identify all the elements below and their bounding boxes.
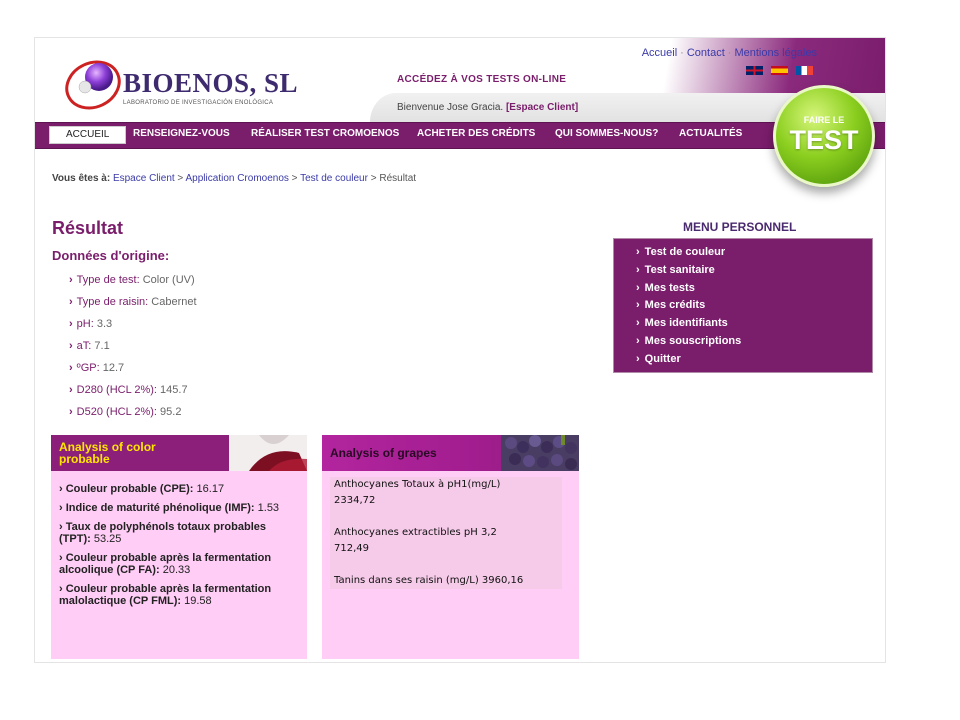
menu-item-mes-souscriptions[interactable]: › Mes souscriptions	[636, 335, 872, 353]
list-item: › Taux de polyphénols totaux probables (…	[59, 521, 267, 545]
chevron-right-icon: ›	[69, 340, 73, 352]
welcome-text: Bienvenue Jose Gracia.	[397, 102, 504, 113]
list-item: › Type de raisin: Cabernet	[69, 296, 197, 308]
chevron-right-icon: ›	[69, 406, 73, 418]
page-title: Résultat	[52, 218, 124, 238]
personal-menu-title: MENU PERSONNEL	[683, 220, 797, 234]
chevron-right-icon: ›	[636, 281, 640, 294]
grapes-analysis-header: Analysis of grapes	[322, 435, 579, 471]
nav-actualites[interactable]: ACTUALITÉS	[679, 128, 742, 139]
wine-glass-icon	[229, 435, 307, 471]
color-analysis-list: › Couleur probable (CPE): 16.17 › Indice…	[59, 483, 299, 614]
access-tests-label: ACCÉDEZ À VOS TESTS ON-LINE	[397, 74, 567, 85]
list-item: › Couleur probable après la fermentation…	[59, 583, 272, 607]
tanins-line: Tanins dans ses raisin (mg/L) 3960,16	[334, 575, 524, 586]
nav-acheter-credits[interactable]: ACHETER DES CRÉDITS	[417, 128, 535, 139]
breadcrumb-espace-client[interactable]: Espace Client	[113, 173, 175, 184]
grapes-icon	[501, 435, 579, 471]
language-flags	[746, 66, 821, 84]
list-item: › Couleur probable (CPE): 16.17	[59, 483, 225, 495]
nav-realiser-test[interactable]: RÉALISER TEST CROMOENOS	[251, 128, 399, 139]
color-analysis-header: Analysis of color probable	[51, 435, 307, 471]
top-links: Accueil · Contact · Mentions légales	[641, 47, 817, 59]
chevron-right-icon: ›	[636, 352, 640, 365]
breadcrumb-label: Vous êtes à:	[52, 173, 111, 184]
breadcrumb-application[interactable]: Application Cromoenos	[186, 173, 289, 184]
anthocyanes-totaux-value: 2334,72	[334, 495, 376, 506]
main-nav: ACCUEIL RENSEIGNEZ-VOUS RÉALISER TEST CR…	[35, 122, 885, 149]
chevron-right-icon: ›	[69, 362, 73, 374]
chevron-right-icon: ›	[69, 384, 73, 396]
menu-item-test-couleur[interactable]: › Test de couleur	[636, 246, 872, 264]
es-flag-icon[interactable]	[771, 66, 788, 75]
uk-flag-icon[interactable]	[746, 66, 763, 75]
breadcrumb-test-couleur[interactable]: Test de couleur	[300, 173, 368, 184]
color-analysis-title: Analysis of color probable	[59, 440, 156, 466]
brand-tagline: LABORATORIO DE INVESTIGACIÓN ENOLÓGICA	[123, 100, 274, 106]
breadcrumb-current: Résultat	[379, 173, 417, 184]
chevron-right-icon: ›	[636, 246, 640, 258]
origin-data-list: › Type de test: Color (UV) › Type de raisi…	[69, 274, 197, 428]
personal-menu: › Test de couleur › Test sanitaire › Mes te…	[613, 238, 873, 373]
nav-renseignez-vous[interactable]: RENSEIGNEZ-VOUS	[133, 128, 230, 139]
anthocyanes-extractibles-value: 712,49	[334, 543, 369, 554]
menu-item-test-sanitaire[interactable]: › Test sanitaire	[636, 264, 872, 282]
client-space-link[interactable]: [Espace Client]	[506, 102, 578, 113]
fr-flag-icon[interactable]	[796, 66, 813, 75]
list-item: › ºGP: 12.7	[69, 362, 125, 374]
list-item: › aT: 7.1	[69, 340, 110, 352]
badge-small-text: FAIRE LE	[803, 115, 845, 125]
chevron-right-icon: ›	[636, 317, 640, 330]
grapes-analysis-panel: Analysis of grapes Anthocyanes Totaux à …	[322, 435, 579, 659]
top-link-contact[interactable]: Contact	[687, 47, 725, 59]
top-link-accueil[interactable]: Accueil	[642, 47, 677, 59]
chevron-right-icon: ›	[69, 296, 73, 308]
breadcrumb: Vous êtes à: Espace Client > Application…	[52, 173, 417, 184]
list-item: › Type de test: Color (UV)	[69, 274, 195, 286]
chevron-right-icon: ›	[636, 334, 640, 347]
top-link-mentions[interactable]: Mentions légales	[734, 47, 817, 59]
list-item: › D520 (HCL 2%): 95.2	[69, 406, 182, 418]
page: BIOENOS, SL LABORATORIO DE INVESTIGACIÓN…	[34, 37, 886, 663]
list-item: › pH: 3.3	[69, 318, 113, 330]
origin-data-title: Données d'origine:	[52, 248, 170, 263]
faire-le-test-button[interactable]: FAIRE LE TEST	[773, 85, 875, 187]
nav-qui-sommes-nous[interactable]: QUI SOMMES-NOUS?	[555, 128, 658, 139]
anthocyanes-totaux-label: Anthocyanes Totaux à pH1(mg/L)	[334, 479, 501, 490]
chevron-right-icon: ›	[636, 263, 640, 276]
menu-item-quitter[interactable]: › Quitter	[636, 353, 872, 371]
brand-name[interactable]: BIOENOS, SL	[123, 68, 298, 99]
anthocyanes-extractibles-label: Anthocyanes extractibles pH 3,2	[334, 527, 497, 538]
badge-big-text: TEST	[789, 125, 859, 155]
color-analysis-panel: Analysis of color probable › Couleur pro…	[51, 435, 307, 659]
header: BIOENOS, SL LABORATORIO DE INVESTIGACIÓN…	[35, 38, 885, 122]
list-item: › Indice de maturité phénolique (IMF): 1…	[59, 502, 280, 514]
list-item: › Couleur probable après la fermentation…	[59, 552, 272, 576]
menu-item-mes-tests[interactable]: › Mes tests	[636, 282, 872, 300]
nav-accueil[interactable]: ACCUEIL	[49, 126, 127, 144]
menu-item-mes-credits[interactable]: › Mes crédits	[636, 299, 872, 317]
list-item: › D280 (HCL 2%): 145.7	[69, 384, 188, 396]
logo-globe-icon[interactable]	[63, 53, 123, 113]
chevron-right-icon: ›	[69, 318, 73, 330]
chevron-right-icon: ›	[636, 299, 640, 312]
grapes-analysis-content: Anthocyanes Totaux à pH1(mg/L) 2334,72 A…	[330, 477, 562, 589]
chevron-right-icon: ›	[69, 274, 73, 286]
grapes-analysis-title: Analysis of grapes	[330, 446, 437, 460]
welcome-message: Bienvenue Jose Gracia. [Espace Client]	[397, 102, 578, 113]
menu-item-mes-identifiants[interactable]: › Mes identifiants	[636, 317, 872, 335]
